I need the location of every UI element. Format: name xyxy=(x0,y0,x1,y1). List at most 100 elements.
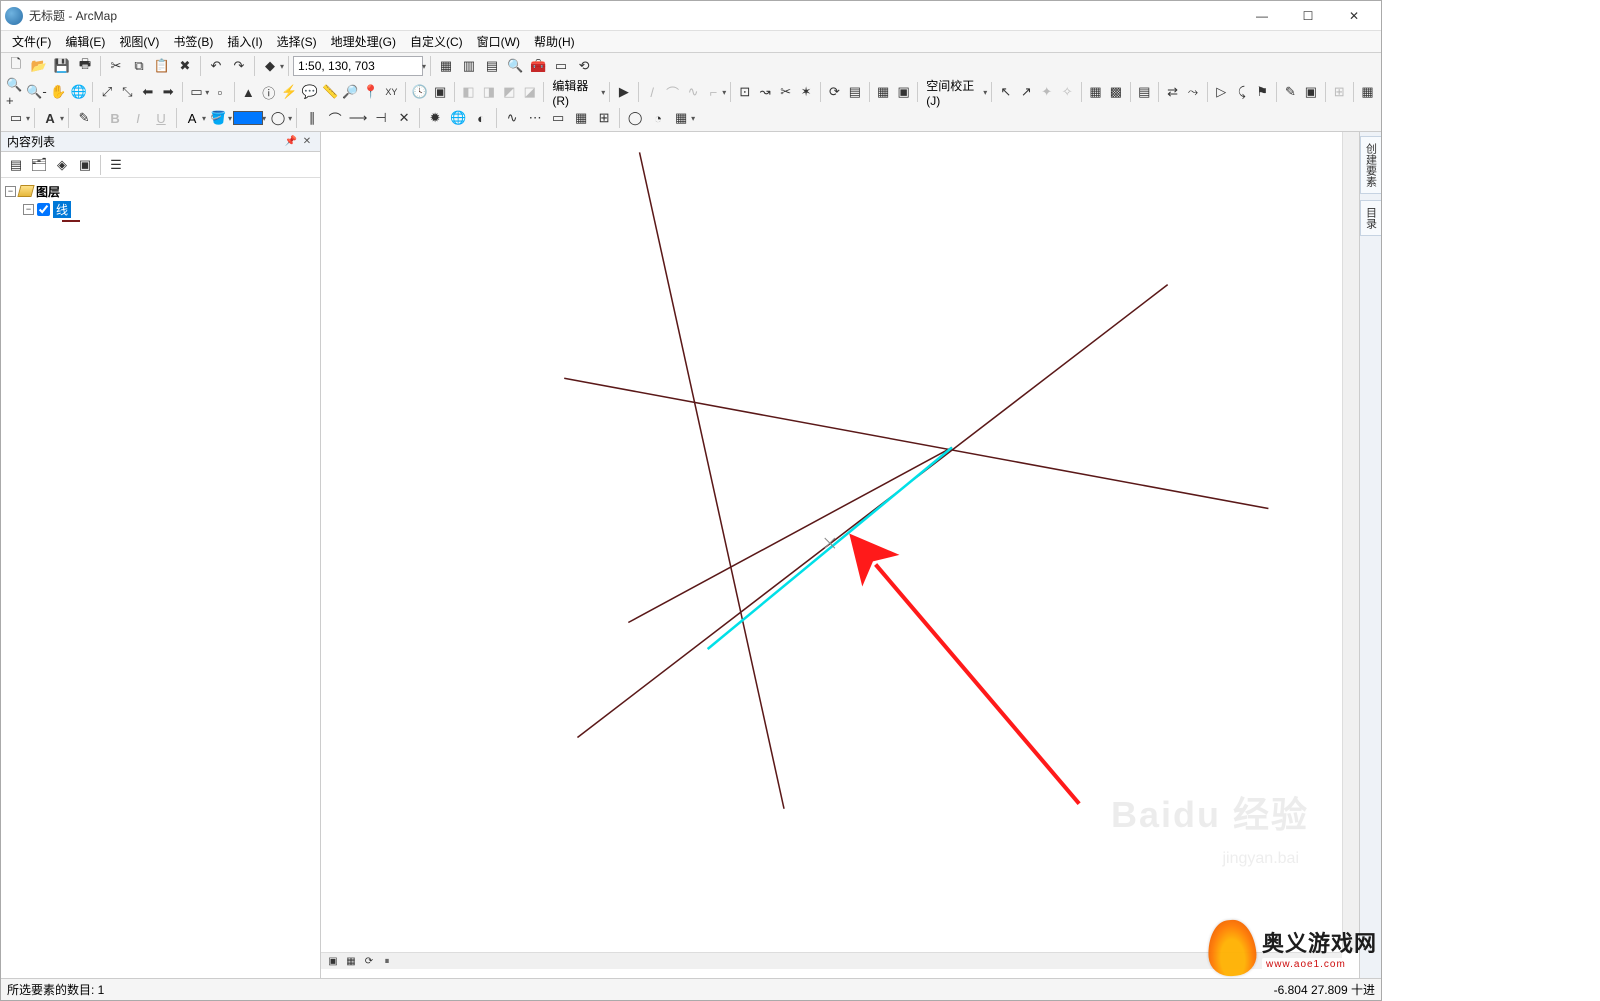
trace-icon[interactable]: ∿ xyxy=(683,81,702,103)
rotate-icon[interactable]: ⟳ xyxy=(825,81,844,103)
construct-polygons-icon[interactable]: ◯ xyxy=(624,107,646,129)
menu-edit[interactable]: 编辑(E) xyxy=(58,31,112,52)
menu-selection[interactable]: 选择(S) xyxy=(270,31,324,52)
menu-window[interactable]: 窗口(W) xyxy=(470,31,527,52)
segment-dropdown-icon[interactable]: ▾ xyxy=(722,88,726,97)
map-vertical-scrollbar[interactable] xyxy=(1342,132,1359,952)
copy-icon[interactable]: ⧉ xyxy=(128,55,150,77)
sketch-props-icon[interactable]: ▦ xyxy=(873,81,892,103)
effects-icon[interactable]: ◪ xyxy=(520,81,539,103)
map-view[interactable]: ▣ ▦ ⟳ ⏸ Baidu 经验 jingyan.bai xyxy=(321,132,1359,978)
close-button[interactable]: ✕ xyxy=(1331,1,1377,31)
construct-geodetic-icon[interactable]: 🌐 xyxy=(447,107,469,129)
pan-icon[interactable]: ✋ xyxy=(48,81,67,103)
menu-view[interactable]: 视图(V) xyxy=(112,31,166,52)
undo-icon[interactable]: ↶ xyxy=(205,55,227,77)
generalize-icon[interactable]: ▦ xyxy=(1358,81,1377,103)
data-view-icon[interactable]: ▣ xyxy=(325,954,341,968)
fill-color-icon[interactable]: 🪣 xyxy=(207,107,229,129)
python-window-icon[interactable]: ▭ xyxy=(550,55,572,77)
delete-icon[interactable]: ✖ xyxy=(174,55,196,77)
arc-toolbox-icon[interactable]: 🧰 xyxy=(527,55,549,77)
select-features-dropdown-icon[interactable]: ▾ xyxy=(205,88,209,97)
model-builder-icon[interactable]: ⟲ xyxy=(573,55,595,77)
list-by-visibility-icon[interactable]: ◈ xyxy=(51,154,73,176)
edit-annotation-icon[interactable]: ✎ xyxy=(73,107,95,129)
draw-text-dropdown-icon[interactable]: ▾ xyxy=(60,114,64,123)
side-tab-catalog[interactable]: 目录 xyxy=(1360,200,1382,236)
font-bold-icon[interactable]: B xyxy=(104,107,126,129)
straight-segment-icon[interactable]: / xyxy=(642,81,661,103)
next-extent-icon[interactable]: ➡ xyxy=(159,81,178,103)
map-canvas[interactable] xyxy=(321,132,1359,977)
toc-root-row[interactable]: − 图层 xyxy=(5,182,316,200)
fill-color-dropdown-icon[interactable]: ▾ xyxy=(228,114,232,123)
print-icon[interactable]: 🖶 xyxy=(74,55,96,77)
marker-color-dropdown-icon[interactable]: ▾ xyxy=(288,114,292,123)
edit-vertices-icon[interactable]: ⊡ xyxy=(735,81,754,103)
generalize2-icon[interactable]: ◐ xyxy=(470,107,492,129)
fixed-zoom-out-icon[interactable]: ⤡ xyxy=(118,81,137,103)
trim-icon[interactable]: ⊣ xyxy=(370,107,392,129)
clear-selection-icon[interactable]: ▫ xyxy=(210,81,229,103)
densify-icon[interactable]: ⋯ xyxy=(524,107,546,129)
fillet-icon[interactable]: ⌒ xyxy=(324,107,346,129)
scale-dropdown-icon[interactable]: ▾ xyxy=(422,62,426,71)
draw-rectangle-icon[interactable]: ▭ xyxy=(5,107,27,129)
marker-color-icon[interactable]: ◯ xyxy=(267,107,289,129)
find-route-icon[interactable]: 📍 xyxy=(361,81,380,103)
rectangle2-icon[interactable]: ▭ xyxy=(547,107,569,129)
menu-bookmarks[interactable]: 书签(B) xyxy=(166,31,220,52)
limited-adj-icon[interactable]: ▩ xyxy=(1106,81,1125,103)
open-icon[interactable]: 📂 xyxy=(28,55,50,77)
reshape-edge-icon[interactable]: ▣ xyxy=(1301,81,1320,103)
spatial-adj-dropdown-icon[interactable]: ▾ xyxy=(983,88,987,97)
refresh-view-icon[interactable]: ⟳ xyxy=(361,954,377,968)
line-intersection-icon[interactable]: ✕ xyxy=(393,107,415,129)
minimize-button[interactable]: — xyxy=(1239,1,1285,31)
create-features-icon[interactable]: ▣ xyxy=(894,81,913,103)
pause-drawing-icon[interactable]: ⏸ xyxy=(379,954,395,968)
add-data-icon[interactable]: ◆ xyxy=(259,55,281,77)
prev-extent-icon[interactable]: ⬅ xyxy=(138,81,157,103)
font-italic-icon[interactable]: I xyxy=(127,107,149,129)
menu-help[interactable]: 帮助(H) xyxy=(527,31,582,52)
adj-preview-icon[interactable]: ⇄ xyxy=(1163,81,1182,103)
expander-minus-icon[interactable]: − xyxy=(5,186,16,197)
replace-geometry-icon[interactable]: ⊞ xyxy=(593,107,615,129)
zoom-out-icon[interactable]: 🔍- xyxy=(25,81,47,103)
full-extent-icon[interactable]: 🌐 xyxy=(69,81,88,103)
expander-minus-icon[interactable]: − xyxy=(23,204,34,215)
layer-name-selected[interactable]: 线 xyxy=(53,201,71,218)
layer-visibility-checkbox[interactable] xyxy=(37,203,50,216)
hyperlink-icon[interactable]: ⚡ xyxy=(279,81,298,103)
editor-menu-dropdown-icon[interactable]: ▾ xyxy=(601,88,605,97)
list-by-drawing-order-icon[interactable]: ▤ xyxy=(5,154,27,176)
view-link-table-icon[interactable]: ▤ xyxy=(1135,81,1154,103)
map-horizontal-scrollbar[interactable]: ▣ ▦ ⟳ ⏸ xyxy=(321,952,1342,969)
menu-file[interactable]: 文件(F) xyxy=(5,31,58,52)
measure-icon[interactable]: 📏 xyxy=(320,81,339,103)
toc-pin-icon[interactable]: 📌 xyxy=(284,135,298,149)
topology-edit-icon[interactable]: ⤹ xyxy=(1232,81,1251,103)
explode-icon[interactable]: ✹ xyxy=(424,107,446,129)
modify-edge-icon[interactable]: ✎ xyxy=(1281,81,1300,103)
redo-icon[interactable]: ↷ xyxy=(228,55,250,77)
topology-select-icon[interactable]: ▷ xyxy=(1212,81,1231,103)
topology-flag-icon[interactable]: ⚑ xyxy=(1252,81,1271,103)
multi-link-icon[interactable]: ✦ xyxy=(1037,81,1056,103)
line-color-dropdown-icon[interactable]: ▾ xyxy=(262,114,266,123)
transparency-icon[interactable]: ◩ xyxy=(500,81,519,103)
create-viewer-icon[interactable]: ▣ xyxy=(430,81,449,103)
font-color-dropdown-icon[interactable]: ▾ xyxy=(202,114,206,123)
toc-window-icon[interactable]: ▥ xyxy=(458,55,480,77)
planarize-icon[interactable]: ▦ xyxy=(670,107,692,129)
smooth-icon[interactable]: ∿ xyxy=(501,107,523,129)
spatial-adjustment-menu[interactable]: 空间校正(J) xyxy=(922,77,984,108)
adv-edit-dropdown-icon[interactable]: ▾ xyxy=(691,114,695,123)
catalog-window-icon[interactable]: ▤ xyxy=(481,55,503,77)
new-doc-icon[interactable]: 🗋 xyxy=(5,55,27,77)
editor-menu[interactable]: 编辑器(R) xyxy=(548,77,602,108)
editor-toolbar-icon[interactable]: ▦ xyxy=(435,55,457,77)
save-icon[interactable]: 💾 xyxy=(51,55,73,77)
